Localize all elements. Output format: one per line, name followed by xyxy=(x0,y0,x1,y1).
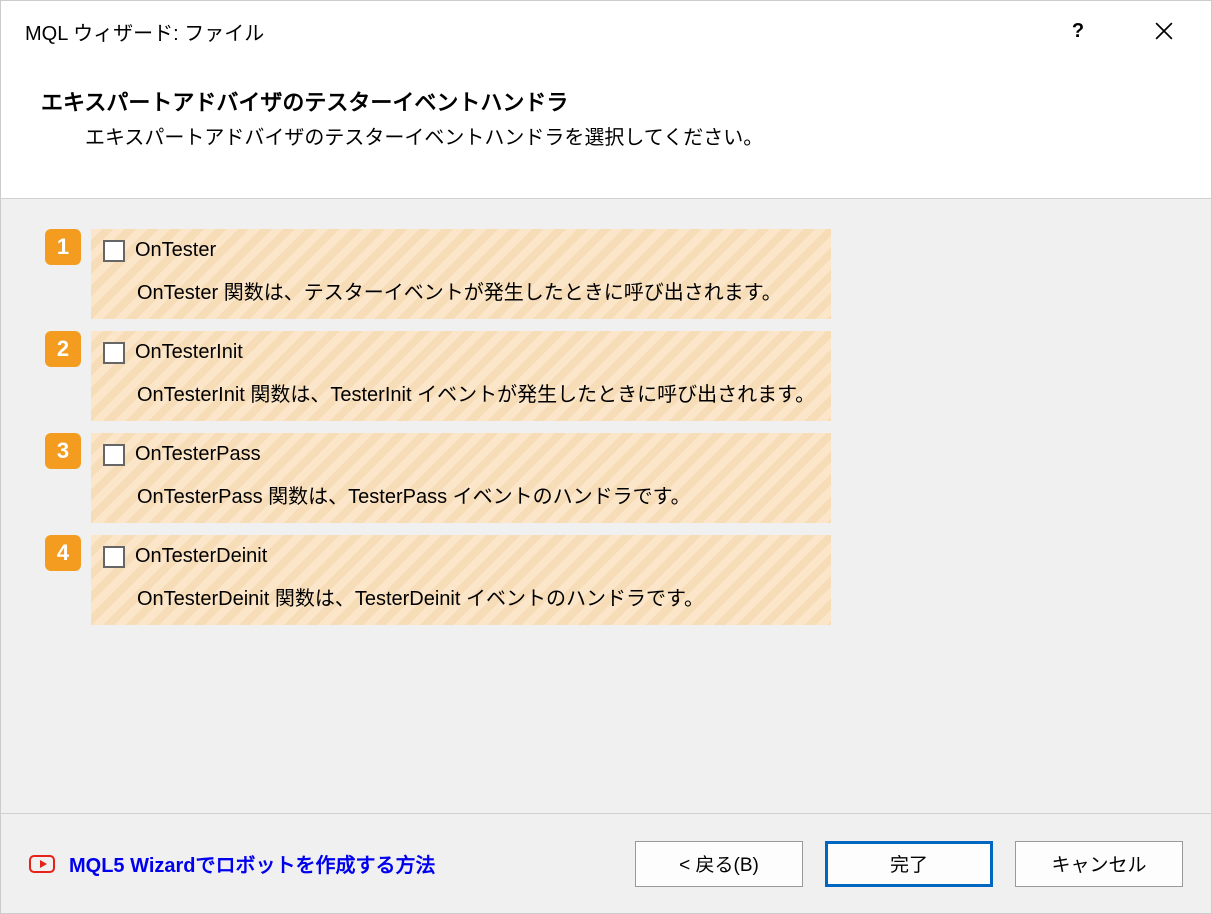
option-head: OnTester xyxy=(103,239,819,262)
step-badge-2: 2 xyxy=(45,331,81,367)
footer-buttons: < 戻る(B) 完了 キャンセル xyxy=(635,841,1183,887)
option-row: 4 OnTesterDeinit OnTesterDeinit 関数は、Test… xyxy=(45,535,1167,625)
close-icon xyxy=(1155,22,1173,40)
option-description: OnTesterDeinit 関数は、TesterDeinit イベントのハンド… xyxy=(103,582,819,611)
option-description: OnTester 関数は、テスターイベントが発生したときに呼び出されます。 xyxy=(103,276,819,305)
checkbox-ontesterdeinit[interactable] xyxy=(103,546,125,568)
option-description: OnTesterPass 関数は、TesterPass イベントのハンドラです。 xyxy=(103,480,819,509)
wizard-window: MQL ウィザード: ファイル ? エキスパートアドバイザのテスターイベントハン… xyxy=(0,0,1212,914)
content-area: 1 OnTester OnTester 関数は、テスターイベントが発生したときに… xyxy=(1,198,1211,813)
checkbox-ontester[interactable] xyxy=(103,240,125,262)
option-label: OnTesterInit xyxy=(135,341,243,364)
titlebar: MQL ウィザード: ファイル ? xyxy=(1,1,1211,61)
youtube-icon xyxy=(29,855,55,873)
window-title: MQL ウィザード: ファイル xyxy=(25,17,1055,46)
option-row: 3 OnTesterPass OnTesterPass 関数は、TesterPa… xyxy=(45,433,1167,523)
page-subtitle: エキスパートアドバイザのテスターイベントハンドラを選択してください。 xyxy=(41,121,1171,150)
option-panel-ontesterdeinit: OnTesterDeinit OnTesterDeinit 関数は、Tester… xyxy=(91,535,831,625)
cancel-button[interactable]: キャンセル xyxy=(1015,841,1183,887)
close-button[interactable] xyxy=(1141,8,1187,54)
option-label: OnTester xyxy=(135,239,216,262)
option-panel-ontesterinit: OnTesterInit OnTesterInit 関数は、TesterInit… xyxy=(91,331,831,421)
option-label: OnTesterDeinit xyxy=(135,545,267,568)
step-badge-1: 1 xyxy=(45,229,81,265)
back-button[interactable]: < 戻る(B) xyxy=(635,841,803,887)
help-button[interactable]: ? xyxy=(1055,8,1101,54)
checkbox-ontesterpass[interactable] xyxy=(103,444,125,466)
step-badge-3: 3 xyxy=(45,433,81,469)
header-section: エキスパートアドバイザのテスターイベントハンドラ エキスパートアドバイザのテスタ… xyxy=(1,61,1211,198)
option-row: 1 OnTester OnTester 関数は、テスターイベントが発生したときに… xyxy=(45,229,1167,319)
finish-button[interactable]: 完了 xyxy=(825,841,993,887)
help-link[interactable]: MQL5 Wizardでロボットを作成する方法 xyxy=(69,849,436,878)
option-panel-ontesterpass: OnTesterPass OnTesterPass 関数は、TesterPass… xyxy=(91,433,831,523)
step-badge-4: 4 xyxy=(45,535,81,571)
page-title: エキスパートアドバイザのテスターイベントハンドラ xyxy=(41,85,1171,117)
checkbox-ontesterinit[interactable] xyxy=(103,342,125,364)
footer-left: MQL5 Wizardでロボットを作成する方法 xyxy=(29,849,635,878)
option-head: OnTesterInit xyxy=(103,341,819,364)
option-label: OnTesterPass xyxy=(135,443,261,466)
option-head: OnTesterPass xyxy=(103,443,819,466)
footer: MQL5 Wizardでロボットを作成する方法 < 戻る(B) 完了 キャンセル xyxy=(1,813,1211,913)
play-triangle-icon xyxy=(40,860,47,868)
option-panel-ontester: OnTester OnTester 関数は、テスターイベントが発生したときに呼び… xyxy=(91,229,831,319)
option-head: OnTesterDeinit xyxy=(103,545,819,568)
option-description: OnTesterInit 関数は、TesterInit イベントが発生したときに… xyxy=(103,378,819,407)
option-row: 2 OnTesterInit OnTesterInit 関数は、TesterIn… xyxy=(45,331,1167,421)
